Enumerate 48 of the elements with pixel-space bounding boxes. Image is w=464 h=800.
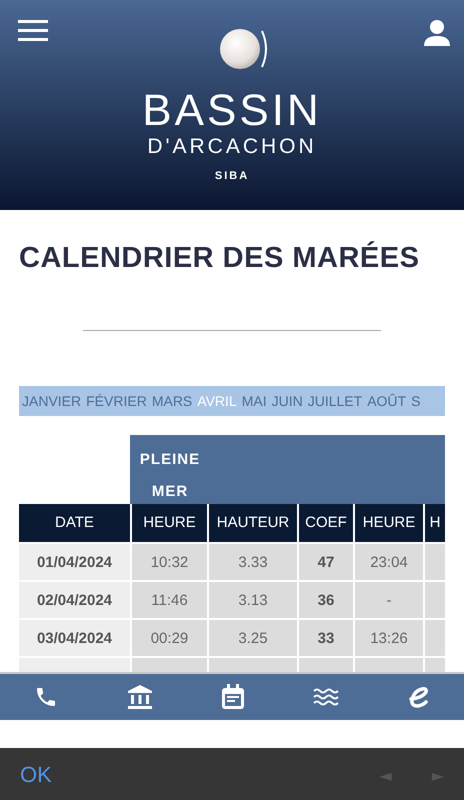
month-tab[interactable]: MARS <box>152 393 192 409</box>
user-icon[interactable] <box>424 20 450 46</box>
next-button[interactable]: ► <box>432 766 444 784</box>
table-cell: 00:29 <box>130 618 207 656</box>
month-tab[interactable]: S <box>411 393 420 409</box>
calendar-icon[interactable] <box>220 684 245 710</box>
column-header: HAUTEUR <box>207 504 297 542</box>
table-cell: 11:46 <box>130 580 207 618</box>
column-header: HEURE <box>130 504 207 542</box>
table-cell: 47 <box>297 542 353 580</box>
group-header: PLEINE MER <box>130 435 445 504</box>
month-tab[interactable]: JANVIER <box>22 393 82 409</box>
table-cell: 36 <box>297 580 353 618</box>
table-cell: 03/04/2024 <box>19 618 130 656</box>
month-tab[interactable]: JUIN <box>272 393 303 409</box>
column-header: COEF <box>297 504 353 542</box>
column-header: DATE <box>19 504 130 542</box>
table-cell: 23:04 <box>353 542 423 580</box>
table-cell: 3.33 <box>207 542 297 580</box>
ok-button[interactable]: OK <box>20 762 52 788</box>
column-header: H <box>423 504 445 542</box>
month-tab[interactable]: AOÛT <box>367 393 406 409</box>
column-header: HEURE <box>353 504 423 542</box>
page-title: CALENDRIER DES MARÉES <box>19 240 420 276</box>
month-tab[interactable]: JUILLET <box>308 393 362 409</box>
table-cell: 33 <box>297 618 353 656</box>
bank-building-icon[interactable] <box>126 684 153 710</box>
table-cell <box>423 542 445 580</box>
table-cell: - <box>353 580 423 618</box>
month-tab[interactable]: MAI <box>242 393 267 409</box>
brand-subtitle: D'ARCACHON <box>147 134 317 160</box>
month-tab[interactable]: FÉVRIER <box>86 393 147 409</box>
table-cell <box>423 618 445 656</box>
brand-tagline: SIBA <box>214 170 250 182</box>
table-cell: 02/04/2024 <box>19 580 130 618</box>
brand-name: BASSIN <box>142 90 322 132</box>
waves-icon[interactable] <box>313 688 340 706</box>
table-cell: 01/04/2024 <box>19 542 130 580</box>
table-cell <box>423 580 445 618</box>
month-tab[interactable]: AVRIL <box>197 393 237 409</box>
table-cell: 13:26 <box>353 618 423 656</box>
table-cell: 10:32 <box>130 542 207 580</box>
table-cell: 3.25 <box>207 618 297 656</box>
e-logo-icon[interactable] <box>408 686 430 708</box>
previous-button[interactable]: ◄ <box>379 766 392 784</box>
menu-icon[interactable] <box>18 20 48 42</box>
table-cell: 3.13 <box>207 580 297 618</box>
pearl-logo-icon <box>220 28 270 70</box>
